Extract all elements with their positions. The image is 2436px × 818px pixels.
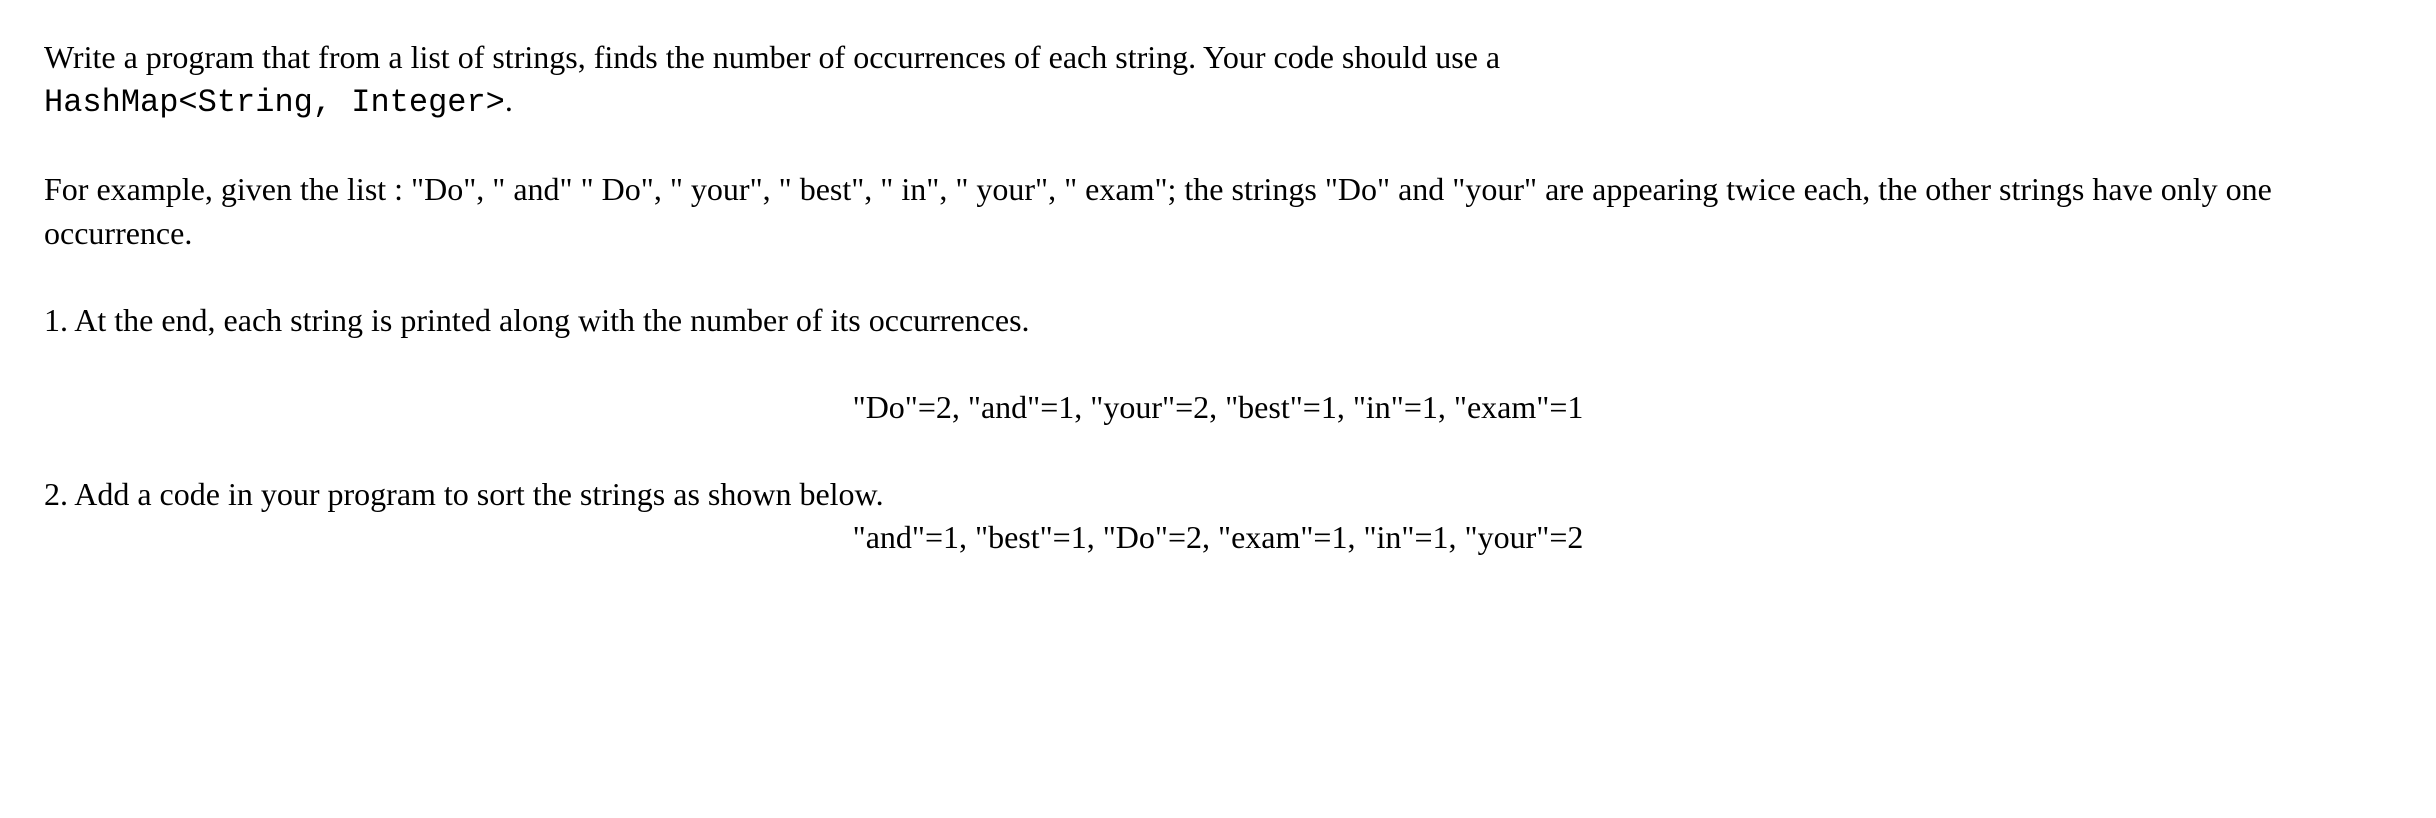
item2-text: 2. Add a code in your program to sort th…	[44, 473, 2392, 516]
intro-code: HashMap<String, Integer>	[44, 84, 505, 121]
example-paragraph: For example, given the list : "Do", " an…	[44, 168, 2392, 254]
intro-suffix: .	[505, 82, 513, 118]
intro-paragraph: Write a program that from a list of stri…	[44, 36, 2392, 124]
intro-text-part1: Write a program that from a list of stri…	[44, 39, 1500, 75]
item1-text: 1. At the end, each string is printed al…	[44, 299, 2392, 342]
item2-output: "and"=1, "best"=1, "Do"=2, "exam"=1, "in…	[44, 516, 2392, 559]
item1-output: "Do"=2, "and"=1, "your"=2, "best"=1, "in…	[44, 386, 2392, 429]
